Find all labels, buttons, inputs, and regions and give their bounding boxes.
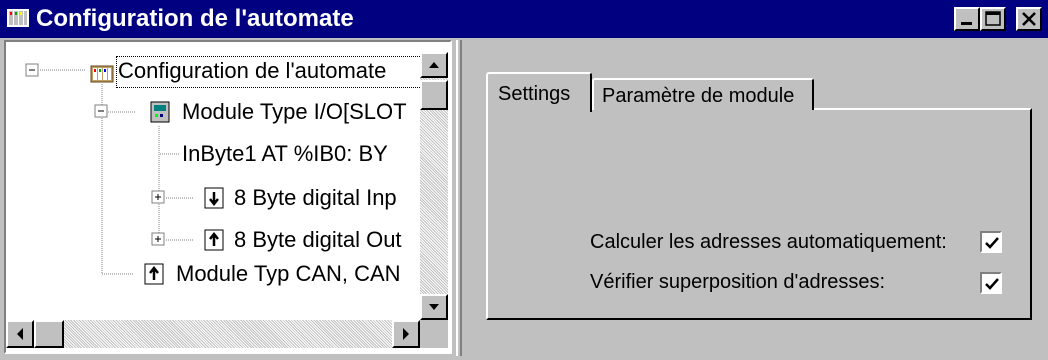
tree-view[interactable]: Configuration de l'automate Module Type … (4, 40, 452, 354)
tree-node-digital-output[interactable]: 8 Byte digital Out (234, 227, 402, 253)
tab-settings-label: Settings (498, 83, 571, 105)
scroll-corner (420, 320, 448, 348)
arrow-right-icon (403, 328, 409, 340)
scroll-down-button[interactable] (420, 294, 448, 320)
auto-address-label: Calculer les adresses automatiquement: (590, 231, 947, 253)
arrow-left-icon (17, 328, 23, 340)
tab-module-parameters[interactable]: Paramètre de module (592, 78, 814, 110)
arrow-down-icon (429, 304, 439, 310)
minimize-icon (961, 22, 972, 25)
minimize-button[interactable] (954, 7, 980, 31)
input-arrow-icon (204, 187, 224, 209)
title-bar[interactable]: Configuration de l'automate (0, 0, 1048, 38)
io-module-icon (150, 101, 170, 123)
expand-output-icon (151, 232, 165, 246)
tree-horizontal-scrollbar[interactable] (6, 320, 420, 348)
window-title: Configuration de l'automate (36, 5, 354, 32)
pane-splitter[interactable] (456, 40, 462, 356)
tree-node-module-can[interactable]: Module Typ CAN, CAN (176, 261, 401, 287)
maximize-button[interactable] (980, 7, 1006, 31)
tree-vertical-scrollbar[interactable] (420, 52, 448, 346)
tab-module-parameters-label: Paramètre de module (602, 85, 795, 107)
output-arrow-icon (204, 229, 224, 251)
collapse-module-icon (94, 104, 108, 118)
scroll-thumb[interactable] (420, 80, 448, 110)
checkmark-icon (985, 278, 999, 290)
plc-app-icon (7, 9, 29, 27)
expand-input-icon (151, 190, 165, 204)
tree-node-plc-config[interactable]: Configuration de l'automate (118, 58, 386, 84)
checkmark-icon (985, 237, 999, 249)
close-icon (1022, 12, 1036, 26)
plc-configuration-window: Configuration de l'automate Configuratio… (0, 0, 1048, 360)
overlap-check-checkbox[interactable] (980, 272, 1002, 294)
can-module-icon (144, 263, 164, 285)
tree-node-inbyte1[interactable]: InByte1 AT %IB0: BY (182, 141, 388, 167)
arrow-up-icon (429, 62, 439, 68)
tab-settings[interactable]: Settings (486, 72, 592, 112)
auto-address-checkbox[interactable] (980, 231, 1002, 253)
close-button[interactable] (1016, 7, 1042, 31)
tree-node-module-type-io[interactable]: Module Type I/O[SLOT (182, 99, 407, 125)
overlap-check-label: Vérifier superposition d'adresses: (590, 271, 886, 293)
scroll-up-button[interactable] (420, 52, 448, 78)
scroll-right-button[interactable] (392, 320, 420, 348)
hscroll-thumb[interactable] (34, 320, 64, 348)
scroll-left-button[interactable] (6, 320, 34, 348)
maximize-icon (985, 11, 1001, 26)
plc-config-icon (90, 65, 114, 83)
tree-node-digital-input[interactable]: 8 Byte digital Inp (234, 185, 397, 211)
collapse-root-icon (25, 63, 39, 77)
